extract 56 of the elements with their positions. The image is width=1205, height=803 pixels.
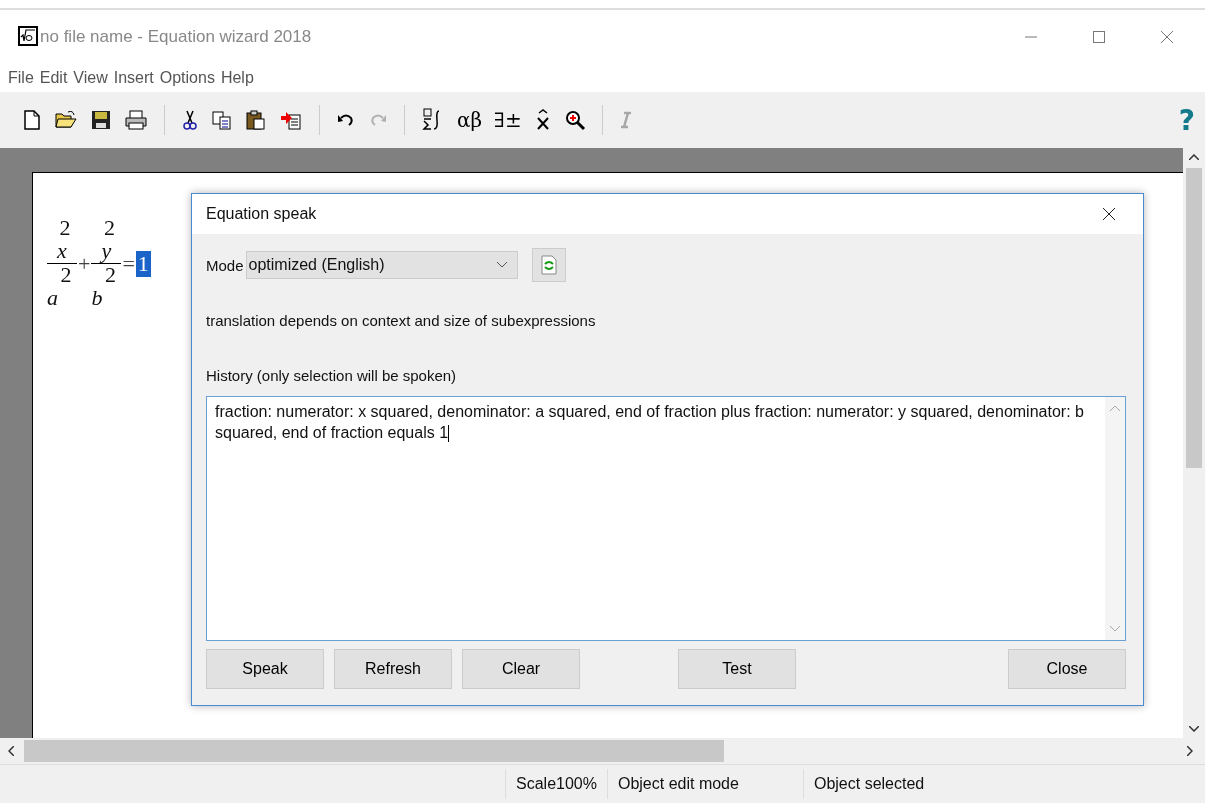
menu-item[interactable]: Help: [220, 69, 254, 87]
folder-icon: [54, 109, 78, 131]
mode-dropdown[interactable]: optimized (English): [245, 251, 518, 279]
math-variable: b: [91, 286, 103, 310]
maximize-icon: [1093, 31, 1105, 43]
math-variable: y: [101, 239, 112, 263]
refresh-icon-button[interactable]: [531, 248, 566, 282]
close-dialog-button[interactable]: Close: [1008, 649, 1126, 689]
window-title: no file name - Equation wizard 2018: [40, 27, 312, 47]
copy-icon: [211, 109, 233, 131]
history-label: History (only selection will be spoken): [206, 367, 458, 384]
dialog-title: Equation speak: [206, 205, 317, 223]
math-operator: =: [122, 250, 135, 277]
math-variable: a: [47, 286, 58, 310]
math-exponent: 2: [104, 264, 116, 286]
status-text: Object edit mode: [606, 769, 803, 799]
menu-item[interactable]: File: [8, 69, 34, 87]
document-icon: [22, 109, 42, 131]
menu-item[interactable]: Insert: [113, 69, 154, 87]
help-button[interactable]: ?: [1174, 103, 1199, 137]
test-button[interactable]: Test: [678, 649, 796, 689]
math-exponent: 2: [59, 217, 71, 239]
math-exponent: 2: [103, 217, 115, 239]
close-icon: [1161, 31, 1173, 43]
dialog-button[interactable]: Refresh: [334, 649, 452, 689]
math-operator: +: [78, 250, 91, 277]
close-icon: [1103, 208, 1115, 220]
horizontal-scrollbar[interactable]: [0, 738, 1205, 764]
chevron-down-icon: [496, 262, 507, 268]
menu-item[interactable]: Options: [159, 69, 215, 87]
app-logo-icon: [18, 25, 38, 49]
symbol-palette-button[interactable]: αβ: [453, 103, 487, 137]
math-variable: x: [57, 239, 67, 263]
dialog-button[interactable]: Speak: [206, 649, 324, 689]
scroll-left-icon[interactable]: [8, 746, 14, 756]
clipboard-icon: [245, 109, 267, 131]
status-text: Object selected: [802, 769, 999, 799]
italic-icon: [618, 110, 633, 130]
scissors-icon: [181, 109, 199, 131]
dialog-button[interactable]: Clear: [462, 649, 580, 689]
mode-label: Mode: [206, 256, 244, 274]
scroll-up-icon[interactable]: [1189, 154, 1199, 160]
scroll-right-icon[interactable]: [1187, 746, 1193, 756]
symbol-palette-button[interactable]: ∃±: [490, 103, 526, 137]
arrow-document-icon: [279, 109, 303, 131]
history-text-area[interactable]: fraction: numerator: x squared, denominator: a squared, end of fraction plus fraction: numerator: y squared, denominator: b squared, end of fraction equals 1: [206, 396, 1126, 641]
math-number: 1: [135, 250, 151, 277]
refresh-document-icon: [540, 255, 557, 275]
menu-item[interactable]: View: [73, 69, 108, 87]
info-text: translation depends on context and size of subexpressions: [206, 312, 597, 329]
printer-icon: [124, 109, 148, 131]
menu-item[interactable]: Edit: [39, 69, 68, 87]
math-exponent: 2: [60, 264, 72, 286]
status-text: Scale100%: [505, 769, 607, 799]
scroll-down-icon[interactable]: [1189, 726, 1199, 732]
zoom-in-icon: [563, 109, 586, 131]
